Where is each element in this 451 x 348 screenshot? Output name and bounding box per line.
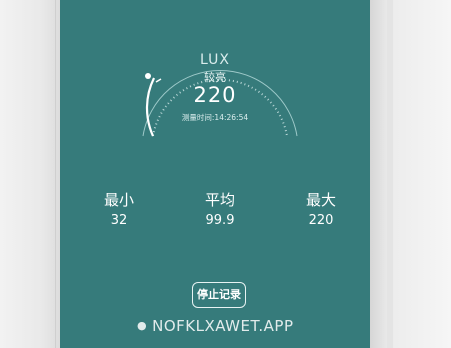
watermark: ● NOFKLXAWET.APP — [137, 317, 294, 335]
watermark-text: NOFKLXAWET.APP — [152, 317, 294, 335]
stat-min-value: 32 — [110, 213, 128, 228]
stat-min: 最小 32 — [79, 189, 159, 228]
measure-time-label: 测量时间: — [181, 113, 215, 122]
device-bezel-left — [0, 0, 60, 348]
stat-min-label: 最小 — [103, 191, 134, 209]
device-bezel-right — [370, 0, 451, 348]
measure-time: 测量时间:14:26:54 — [60, 112, 370, 123]
measure-time-value: 14:26:54 — [214, 113, 249, 122]
lux-unit: LUX — [200, 52, 230, 68]
lux-meter-screen: LUX 较亮 220 测量时间:14:26:54 最小 32 平均 99.9 最… — [60, 0, 370, 348]
bullet-icon: ● — [137, 319, 148, 332]
stat-max-label: 最大 — [305, 191, 336, 209]
stop-recording-button[interactable]: 停止记录 — [192, 282, 246, 308]
stat-max: 最大 220 — [281, 189, 361, 228]
stat-avg-label: 平均 — [204, 191, 235, 209]
lux-value: 220 — [193, 83, 237, 107]
stat-avg: 平均 99.9 — [180, 189, 260, 228]
stat-max-value: 220 — [308, 213, 334, 228]
device-side-edge — [387, 0, 393, 348]
stat-avg-value: 99.9 — [205, 213, 235, 228]
